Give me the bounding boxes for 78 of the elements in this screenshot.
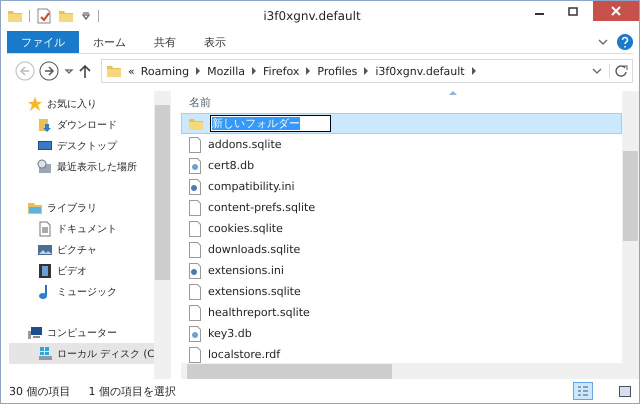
forward-icon[interactable] — [39, 61, 59, 81]
folder-icon — [106, 63, 122, 79]
details-view-button[interactable] — [573, 382, 593, 400]
file-row[interactable]: extensions.sqlite — [181, 281, 622, 302]
folder-icon — [7, 8, 23, 24]
item-count: 30 個の項目 — [9, 384, 70, 398]
film-icon — [37, 262, 53, 278]
ribbon-tab[interactable]: ホーム — [79, 31, 140, 53]
file-icon — [188, 220, 202, 236]
ribbon-tab[interactable]: ファイル — [7, 31, 79, 53]
up-arrow-icon[interactable] — [79, 64, 91, 78]
name-column-header[interactable]: 名前 — [181, 91, 622, 113]
breadcrumb-item[interactable]: Roaming — [140, 64, 190, 78]
file-icon — [188, 304, 202, 320]
maximize-icon[interactable] — [568, 6, 578, 16]
file-icon — [188, 284, 202, 300]
breadcrumb-item[interactable]: Profiles — [317, 64, 358, 78]
chevron-icon[interactable] — [251, 67, 257, 75]
sidebar-item[interactable]: 最近表示した場所 — [9, 156, 154, 177]
chevron-icon[interactable] — [470, 67, 477, 75]
selection-count: 1 個の項目を選択 — [88, 384, 176, 398]
sort-arrow-icon — [449, 91, 457, 95]
sidebar-item[interactable]: デスクトップ — [9, 135, 154, 156]
database-file-icon — [188, 158, 202, 174]
file-icon — [188, 346, 202, 362]
settings-file-icon — [188, 178, 202, 194]
file-row[interactable]: downloads.sqlite — [181, 239, 622, 260]
sidebar-item[interactable]: ビデオ — [9, 260, 154, 281]
file-row[interactable]: extensions.ini — [181, 260, 622, 281]
properties-icon[interactable] — [36, 8, 52, 24]
chevron-icon[interactable] — [195, 67, 202, 75]
close-icon[interactable] — [611, 6, 621, 16]
ribbon-tab[interactable]: 共有 — [140, 31, 190, 53]
breadcrumb-item[interactable]: Mozilla — [207, 64, 245, 78]
file-row[interactable]: compatibility.ini — [181, 176, 622, 197]
file-row[interactable]: healthreport.sqlite — [181, 302, 622, 323]
customize-toolbar-icon[interactable] — [80, 10, 92, 22]
address-bar[interactable]: « Roaming Mozilla Firefox Profiles i3f0xgnv.default — [101, 59, 633, 83]
document-icon — [37, 220, 53, 236]
sidebar-item[interactable]: コンピューター — [9, 322, 154, 343]
breadcrumb-item[interactable]: i3f0xgnv.default — [375, 64, 465, 78]
large-icons-view-icon[interactable] — [619, 386, 631, 396]
ribbon-tab[interactable]: 表示 — [190, 31, 240, 53]
horizontal-scrollbar[interactable] — [181, 363, 639, 379]
sidebar-item[interactable]: ライブラリ — [9, 197, 154, 218]
star-icon — [27, 96, 43, 112]
window-title: i3f0xgnv.default — [262, 9, 362, 23]
file-row[interactable]: addons.sqlite — [181, 134, 622, 155]
database-file-icon — [188, 326, 202, 342]
help-icon[interactable] — [617, 34, 633, 50]
file-icon — [188, 200, 202, 216]
file-list-scrollbar[interactable] — [622, 91, 639, 363]
close-button[interactable] — [593, 1, 639, 21]
file-row[interactable]: key3.db — [181, 323, 622, 344]
sidebar-item[interactable]: ダウンロード — [9, 114, 154, 135]
sidebar-item[interactable]: ドキュメント — [9, 218, 154, 239]
settings-file-icon — [188, 262, 202, 278]
details-view-icon[interactable] — [577, 385, 589, 397]
sidebar-scrollbar[interactable] — [154, 91, 171, 379]
drive-icon — [37, 346, 53, 362]
file-row[interactable]: localstore.rdf — [181, 344, 622, 363]
file-row[interactable]: cert8.db — [181, 155, 622, 176]
new-folder-icon — [58, 8, 74, 24]
file-icon — [188, 136, 202, 152]
sidebar-item[interactable]: お気に入り — [9, 93, 154, 114]
chevron-icon[interactable] — [305, 67, 312, 75]
sidebar-item[interactable]: ミュージック — [9, 281, 154, 302]
file-row[interactable]: content-prefs.sqlite — [181, 197, 622, 218]
recent-places-icon — [37, 158, 53, 174]
file-icon — [188, 242, 202, 258]
file-row[interactable]: cookies.sqlite — [181, 218, 622, 239]
computer-icon — [27, 324, 43, 340]
sidebar-item[interactable]: ローカル ディスク (C — [9, 343, 154, 364]
breadcrumb-overflow[interactable]: « — [128, 64, 135, 78]
breadcrumb-item[interactable]: Firefox — [263, 64, 300, 78]
download-folder-icon — [37, 116, 53, 132]
chevron-icon[interactable] — [363, 67, 370, 75]
sidebar-item[interactable]: ピクチャ — [9, 239, 154, 260]
